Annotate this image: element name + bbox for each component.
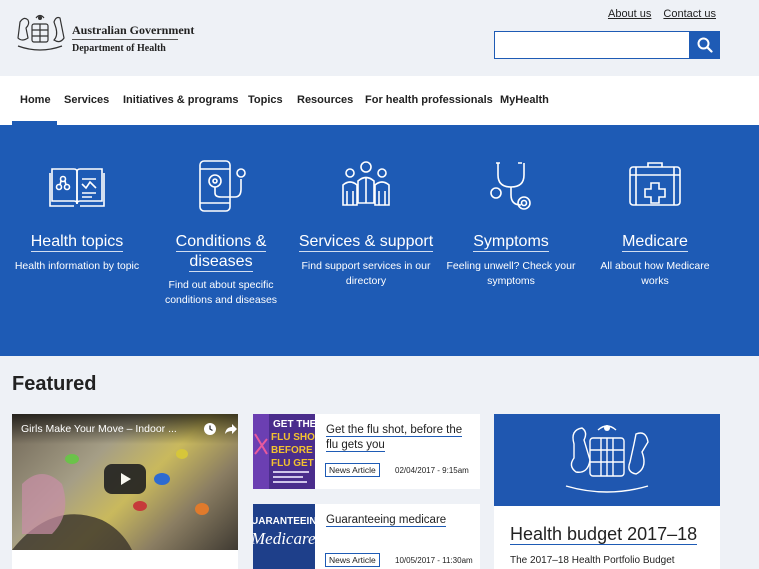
svg-text:BEFORE: BEFORE: [271, 445, 313, 456]
book-icon: [49, 168, 105, 207]
tile-description-line2: works: [641, 275, 669, 287]
government-wordmark[interactable]: Australian Government Department of Heal…: [72, 23, 194, 55]
tile-description: Health information by topic: [14, 260, 140, 272]
nav-item-topics[interactable]: Topics: [248, 94, 283, 106]
search-button[interactable]: [690, 31, 720, 59]
stethoscope-icon: [490, 162, 531, 210]
news-tag: News Article: [325, 553, 380, 567]
tile-title: Medicare: [622, 233, 688, 252]
flu-shot-thumbnail: GET THE FLU SHO BEFORE FLU GET: [253, 414, 315, 489]
contact-us-link[interactable]: Contact us: [663, 8, 716, 20]
svg-text:Medicare: Medicare: [253, 529, 315, 548]
news-card[interactable]: GET THE FLU SHO BEFORE FLU GET Get the f…: [253, 414, 480, 489]
tile-description-line2: symptoms: [487, 275, 535, 287]
news-date: 10/05/2017 - 11:30am: [395, 556, 473, 565]
video-title-bar: Girls Make Your Move – Indoor ...: [12, 414, 238, 444]
news-date: 02/04/2017 - 9:15am: [395, 466, 469, 475]
svg-text:UARANTEEIN: UARANTEEIN: [253, 516, 315, 527]
tile-title: Symptoms: [473, 233, 549, 252]
tile-description-line1: All about how Medicare: [600, 260, 710, 272]
featured-heading: Featured: [12, 373, 97, 395]
featured-video[interactable]: Girls Make Your Move – Indoor ...: [12, 414, 238, 569]
utility-links: About us Contact us: [608, 8, 716, 20]
phone-stethoscope-icon: [199, 160, 246, 212]
about-us-link[interactable]: About us: [608, 8, 651, 20]
tile-description-line1: Feeling unwell? Check your: [446, 260, 576, 272]
tile-description-line1: Find out about specific: [168, 279, 274, 291]
site-header: Australian Government Department of Heal…: [0, 0, 759, 76]
tile-description-line1: Find support services in our: [301, 260, 431, 272]
tile-title: Health topics: [30, 233, 124, 252]
news-title-line2[interactable]: flu gets you: [326, 439, 385, 452]
search-bar: [494, 31, 720, 59]
svg-text:FLU GET: FLU GET: [271, 458, 314, 469]
main-nav: Home Services Initiatives & programs Top…: [0, 76, 759, 125]
share-icon[interactable]: [224, 422, 238, 436]
search-icon: [697, 37, 713, 53]
topic-tiles: Health topics Health information by topi…: [0, 125, 759, 356]
search-input[interactable]: [494, 31, 690, 59]
nav-item-health-professionals[interactable]: For health professionals: [365, 94, 493, 106]
clock-icon[interactable]: [203, 422, 217, 436]
svg-text:FLU SHO: FLU SHO: [271, 432, 315, 443]
medical-kit-icon: [629, 162, 681, 206]
nav-item-initiatives[interactable]: Initiatives & programs: [123, 94, 239, 106]
tile-title: Services & support: [298, 233, 434, 252]
budget-banner: [494, 414, 720, 506]
coat-of-arms-logo[interactable]: [12, 12, 68, 54]
video-thumbnail[interactable]: Girls Make Your Move – Indoor ...: [12, 414, 238, 550]
nav-item-services[interactable]: Services: [64, 94, 109, 106]
tile-description-line2: conditions and diseases: [164, 294, 278, 306]
coat-of-arms-emblem: [565, 425, 649, 493]
budget-title[interactable]: Health budget 2017–18: [510, 524, 698, 545]
news-title-line1[interactable]: Get the flu shot, before the: [326, 424, 463, 437]
nav-item-home[interactable]: Home: [20, 94, 51, 106]
news-title[interactable]: Guaranteeing medicare: [326, 514, 447, 527]
news-card[interactable]: UARANTEEIN Medicare Guaranteeing medicar…: [253, 504, 480, 569]
tile-title-line1: Conditions &: [175, 233, 267, 252]
budget-subtitle: The 2017–18 Health Portfolio Budget: [510, 555, 675, 566]
video-title[interactable]: Girls Make Your Move – Indoor ...: [21, 423, 177, 435]
tile-title-line2: diseases: [189, 253, 253, 272]
nav-item-myhealth[interactable]: MyHealth: [500, 94, 549, 106]
medicare-image: UARANTEEIN Medicare: [253, 516, 315, 548]
government-name: Australian Government: [72, 23, 195, 37]
flu-shot-image: GET THE FLU SHO BEFORE FLU GET: [253, 414, 315, 489]
news-tag: News Article: [325, 463, 380, 477]
medicare-thumbnail: UARANTEEIN Medicare: [253, 504, 315, 569]
wordmark-divider: [72, 39, 178, 40]
tile-description-line2: directory: [345, 275, 387, 287]
department-name: Department of Health: [72, 43, 166, 54]
budget-card[interactable]: Health budget 2017–18 The 2017–18 Health…: [494, 414, 720, 569]
nav-item-resources[interactable]: Resources: [297, 94, 353, 106]
play-button[interactable]: [104, 464, 146, 494]
svg-text:GET THE: GET THE: [273, 419, 315, 430]
people-icon: [342, 161, 390, 206]
